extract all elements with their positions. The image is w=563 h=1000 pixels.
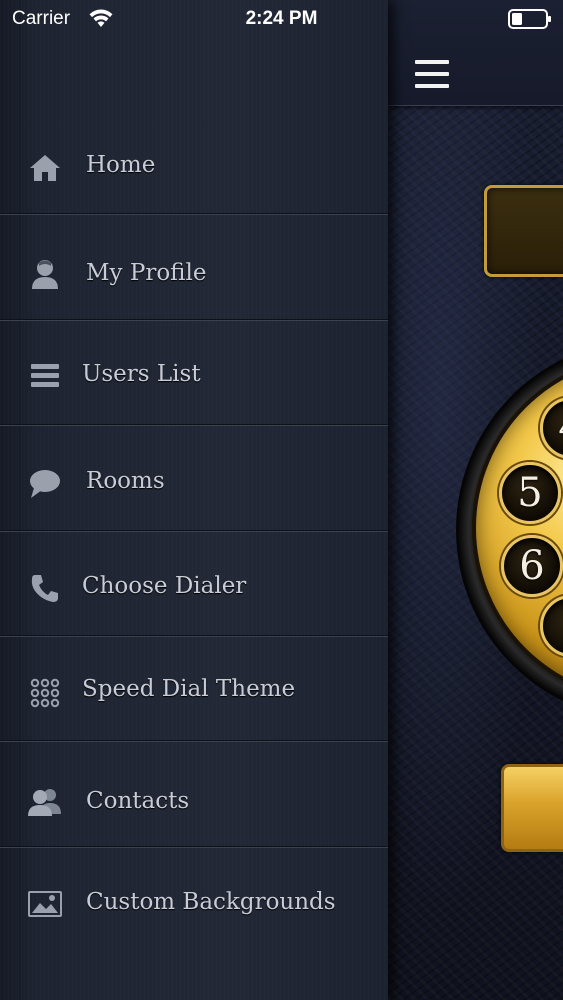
home-icon	[26, 150, 64, 186]
menu-item-home[interactable]: Home	[0, 113, 388, 219]
hamburger-menu-icon[interactable]	[415, 60, 451, 90]
menu-item-label: Speed Dial Theme	[82, 676, 296, 702]
menu-item-speed-dial-theme[interactable]: Speed Dial Theme	[0, 637, 388, 743]
number-display	[484, 185, 563, 277]
dial-digit-5[interactable]: 5	[499, 462, 561, 524]
menu-item-rooms[interactable]: Rooms	[0, 426, 388, 532]
status-bar: Carrier 2:24 PM	[0, 0, 563, 40]
menu-item-label: My Profile	[86, 260, 207, 286]
dialer-screen: 4 5 6	[388, 0, 563, 1000]
menu-item-my-profile[interactable]: My Profile	[0, 215, 388, 321]
user-profile-icon	[26, 256, 64, 292]
menu-item-label: Choose Dialer	[82, 573, 247, 599]
dial-digit-6[interactable]: 6	[501, 535, 563, 597]
menu-item-label: Custom Backgrounds	[86, 889, 336, 915]
clock: 2:24 PM	[245, 8, 318, 29]
menu-item-users-list[interactable]: Users List	[0, 321, 388, 427]
menu-item-contacts[interactable]: Contacts	[0, 742, 388, 848]
battery-icon	[508, 9, 551, 29]
side-menu-drawer: Home My Profile Users List Rooms Choose …	[0, 0, 388, 1000]
image-icon	[26, 886, 64, 922]
call-button[interactable]	[501, 764, 563, 852]
chat-bubble-icon	[26, 466, 64, 502]
menu-item-label: Users List	[82, 361, 201, 387]
menu-item-label: Rooms	[86, 468, 165, 494]
phone-icon	[26, 570, 64, 606]
menu-item-label: Home	[86, 152, 156, 178]
keypad-grid-icon	[26, 675, 64, 711]
menu-item-choose-dialer[interactable]: Choose Dialer	[0, 532, 388, 638]
list-icon	[26, 357, 64, 393]
menu-item-custom-backgrounds[interactable]: Custom Backgrounds	[0, 848, 388, 954]
contacts-icon	[26, 784, 64, 820]
menu-item-label: Contacts	[86, 788, 190, 814]
